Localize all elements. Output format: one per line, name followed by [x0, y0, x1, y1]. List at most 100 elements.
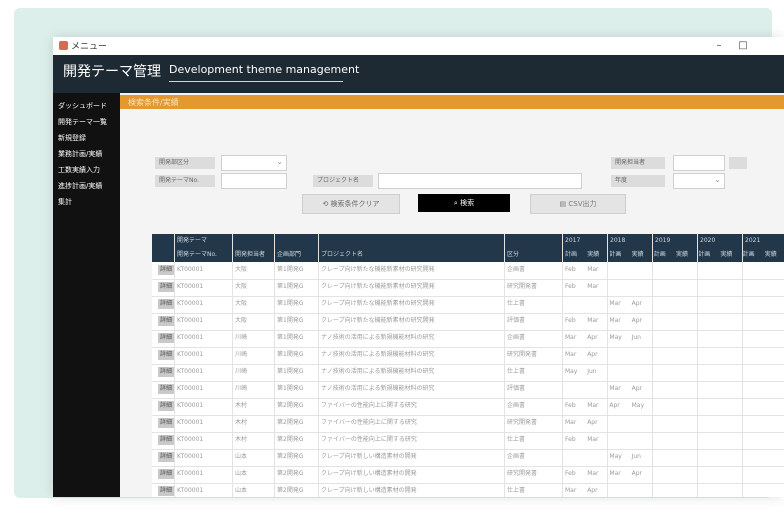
- chevron-down-icon: ⌄: [714, 175, 721, 184]
- cell-month: [606, 348, 628, 362]
- cell-month: [584, 297, 606, 311]
- cell-theme-no: KT00001: [177, 266, 204, 273]
- sidebar-item-hours[interactable]: 工数実績入力: [58, 165, 100, 175]
- cell-month: Feb: [565, 470, 576, 477]
- cell-month: [717, 484, 739, 497]
- maximize-button[interactable]: □: [731, 37, 755, 55]
- row-detail-button[interactable]: 詳細: [158, 265, 174, 275]
- sidebar-item-plan[interactable]: 業務計画/実績: [58, 149, 102, 159]
- cell-owner: 川崎: [235, 334, 248, 341]
- cell-month: Feb: [565, 402, 576, 409]
- col-month-actual: 実績: [676, 251, 689, 258]
- row-detail-button[interactable]: 詳細: [158, 435, 174, 445]
- cell-owner: 川崎: [235, 351, 248, 358]
- csv-export-button[interactable]: ▤ CSV出力: [530, 194, 626, 214]
- row-detail-button[interactable]: 詳細: [158, 350, 174, 360]
- sidebar-item-theme-list[interactable]: 開発テーマ一覧: [58, 117, 107, 127]
- cell-theme-no: KT00001: [177, 436, 204, 443]
- col-theme-no: 開発テーマNo.: [177, 251, 217, 258]
- sidebar-item-progress[interactable]: 進捗計画/実績: [58, 181, 102, 191]
- sidebar: ダッシュボード 開発テーマ一覧 新規登録 業務計画/実績 工数実績入力 進捗計画…: [53, 93, 120, 497]
- cell-month: [584, 450, 606, 464]
- division-select[interactable]: ⌄: [221, 155, 287, 171]
- cell-month: [651, 331, 673, 345]
- cell-month: [606, 416, 628, 430]
- cell-month: [695, 450, 717, 464]
- cell-month: Mar: [565, 334, 577, 341]
- project-input[interactable]: [378, 173, 582, 189]
- cell-dept: 第2開発G: [277, 470, 304, 477]
- row-detail-button[interactable]: 詳細: [158, 333, 174, 343]
- row-detail-button[interactable]: 詳細: [158, 367, 174, 377]
- clear-filters-button[interactable]: ⟲ 検索条件クリア: [302, 194, 400, 214]
- col-month-plan: 計画: [698, 251, 711, 258]
- cell-month: May: [565, 368, 578, 375]
- cell-month: Apr: [609, 402, 620, 409]
- cell-month: [673, 331, 695, 345]
- cell-month: [762, 263, 784, 277]
- cell-month: [762, 467, 784, 481]
- row-detail-button[interactable]: 詳細: [158, 469, 174, 479]
- search-button[interactable]: ⌕ 検索: [418, 194, 510, 212]
- cell-type: 企画書: [507, 453, 526, 460]
- cell-owner: 大阪: [235, 283, 248, 290]
- grid-line: [174, 234, 175, 497]
- cell-month: Apr: [631, 470, 642, 477]
- cell-month: [762, 484, 784, 497]
- row-detail-button[interactable]: 詳細: [158, 384, 174, 394]
- reset-icon: ⟲: [322, 200, 331, 208]
- cell-month: [695, 433, 717, 447]
- cell-month: Mar: [565, 487, 577, 494]
- sidebar-item-summary[interactable]: 集計: [58, 197, 72, 207]
- sidebar-item-new[interactable]: 新規登録: [58, 133, 86, 143]
- cell-month: [651, 280, 673, 294]
- cell-month: [695, 399, 717, 413]
- minimize-button[interactable]: –: [707, 37, 731, 55]
- cell-project: クレープ向け新しい構造素材の開発: [321, 470, 417, 477]
- theme-no-input[interactable]: [221, 173, 287, 189]
- cell-month: [717, 263, 739, 277]
- row-detail-button[interactable]: 詳細: [158, 418, 174, 428]
- cell-month: [606, 484, 628, 497]
- owner-lookup-button[interactable]: [729, 157, 747, 169]
- row-detail-button[interactable]: 詳細: [158, 316, 174, 326]
- cell-month: [673, 297, 695, 311]
- cell-theme-no: KT00001: [177, 453, 204, 460]
- row-detail-label: 詳細: [159, 283, 172, 290]
- cell-type: 研究開発書: [507, 470, 538, 477]
- cell-month: May: [609, 334, 622, 341]
- cell-type: 仕上書: [507, 436, 526, 443]
- cell-owner: 大阪: [235, 300, 248, 307]
- cell-month: Apr: [631, 300, 642, 307]
- table-row: 詳細 KT00001 木村 第2開発G ファイバーの性能向上に関する研究 研究開発書 Mar…: [152, 415, 784, 433]
- row-detail-button[interactable]: 詳細: [158, 452, 174, 462]
- cell-month: Mar: [587, 470, 599, 477]
- filter-label-year: 年度: [611, 175, 665, 187]
- row-detail-button[interactable]: 詳細: [158, 299, 174, 309]
- cell-month: [673, 382, 695, 396]
- year-select[interactable]: ⌄: [673, 173, 725, 189]
- row-detail-label: 詳細: [159, 334, 172, 341]
- table-row: 詳細 KT00001 木村 第2開発G ファイバーの性能向上に関する研究 企画書 Feb Ma…: [152, 398, 784, 416]
- grid-line: [742, 234, 743, 497]
- cell-project: クレープ向け新しい構造素材の開発: [321, 453, 417, 460]
- header-year-2018: 2018: [610, 237, 626, 244]
- col-dept: 企画部門: [277, 251, 302, 258]
- row-detail-button[interactable]: 詳細: [158, 282, 174, 292]
- cell-dept: 第1開発G: [277, 300, 304, 307]
- cell-type: 仕上書: [507, 368, 526, 375]
- cell-dept: 第2開発G: [277, 436, 304, 443]
- owner-input[interactable]: [673, 155, 725, 171]
- cell-month: [651, 433, 673, 447]
- sidebar-item-dashboard[interactable]: ダッシュボード: [58, 101, 107, 111]
- row-detail-button[interactable]: 詳細: [158, 486, 174, 496]
- grid-line: [652, 234, 653, 497]
- cell-month: [717, 314, 739, 328]
- cell-owner: 大阪: [235, 317, 248, 324]
- row-detail-label: 詳細: [159, 487, 172, 494]
- row-detail-label: 詳細: [159, 402, 172, 409]
- row-detail-button[interactable]: 詳細: [158, 401, 174, 411]
- cell-owner: 木村: [235, 419, 248, 426]
- cell-month: Mar: [587, 317, 599, 324]
- row-detail-label: 詳細: [159, 436, 172, 443]
